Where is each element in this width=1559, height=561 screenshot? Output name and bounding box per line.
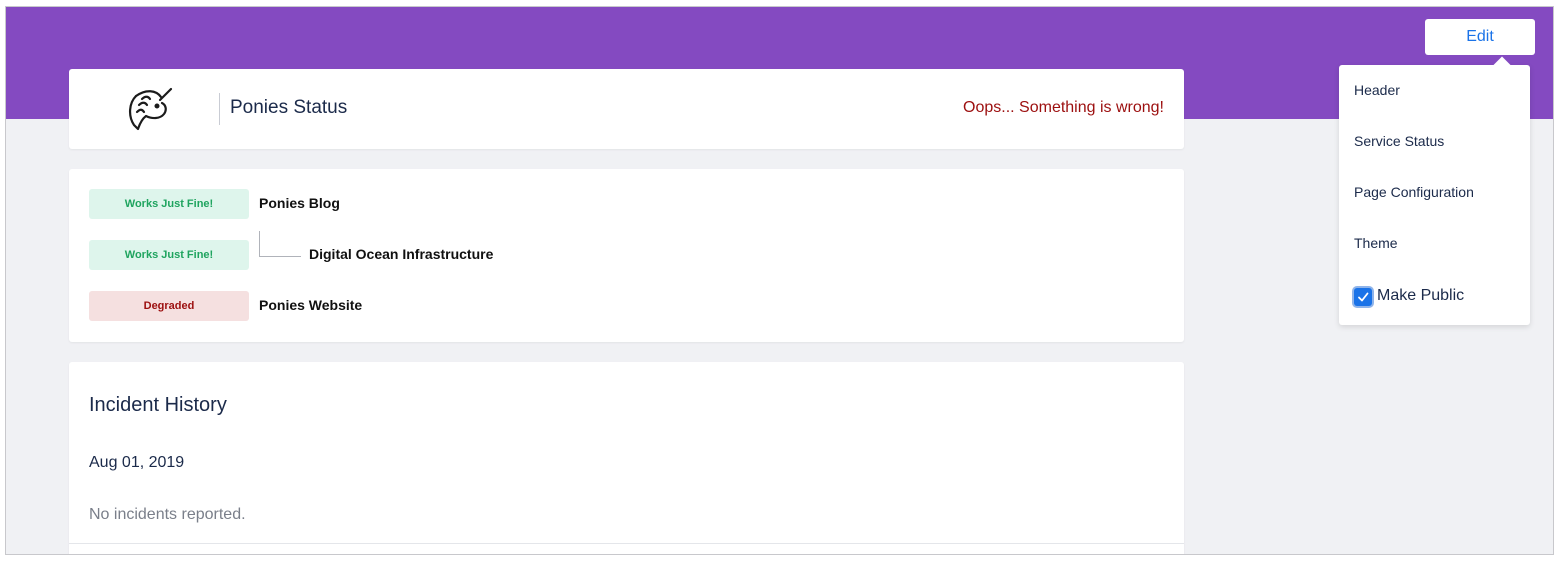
service-name: Ponies Blog xyxy=(259,195,340,211)
unicorn-icon xyxy=(124,83,176,135)
incident-message: No incidents reported. xyxy=(89,506,246,523)
incident-history-card: Incident History Aug 01, 2019 No inciden… xyxy=(69,362,1184,554)
logo-divider xyxy=(219,93,220,125)
status-page-frame: Ponies Status Oops... Something is wrong… xyxy=(5,6,1554,555)
incident-history-title: Incident History xyxy=(89,394,227,416)
overall-status-message: Oops... Something is wrong! xyxy=(963,99,1164,116)
status-badge: Degraded xyxy=(89,291,249,321)
menu-item-theme[interactable]: Theme xyxy=(1339,223,1530,263)
status-badge: Works Just Fine! xyxy=(89,240,249,270)
menu-item-service-status[interactable]: Service Status xyxy=(1339,121,1530,161)
status-badge: Works Just Fine! xyxy=(89,189,249,219)
edit-dropdown-menu: Header Service Status Page Configuration… xyxy=(1339,56,1530,325)
make-public-checkbox[interactable] xyxy=(1354,288,1372,306)
service-name: Digital Ocean Infrastructure xyxy=(309,246,494,262)
tree-connector-line xyxy=(259,231,301,257)
edit-button[interactable]: Edit xyxy=(1425,19,1535,55)
incident-date: Aug 01, 2019 xyxy=(89,454,185,471)
status-header-card: Ponies Status Oops... Something is wrong… xyxy=(69,69,1184,149)
menu-item-page-configuration[interactable]: Page Configuration xyxy=(1339,172,1530,212)
service-name: Ponies Website xyxy=(259,297,363,313)
menu-item-header[interactable]: Header xyxy=(1339,70,1530,110)
incident-divider xyxy=(69,543,1184,544)
service-status-card: Works Just Fine! Ponies Blog Works Just … xyxy=(69,169,1184,342)
checkmark-icon xyxy=(1358,292,1369,302)
page-title: Ponies Status xyxy=(230,97,348,118)
make-public-label: Make Public xyxy=(1377,287,1465,304)
